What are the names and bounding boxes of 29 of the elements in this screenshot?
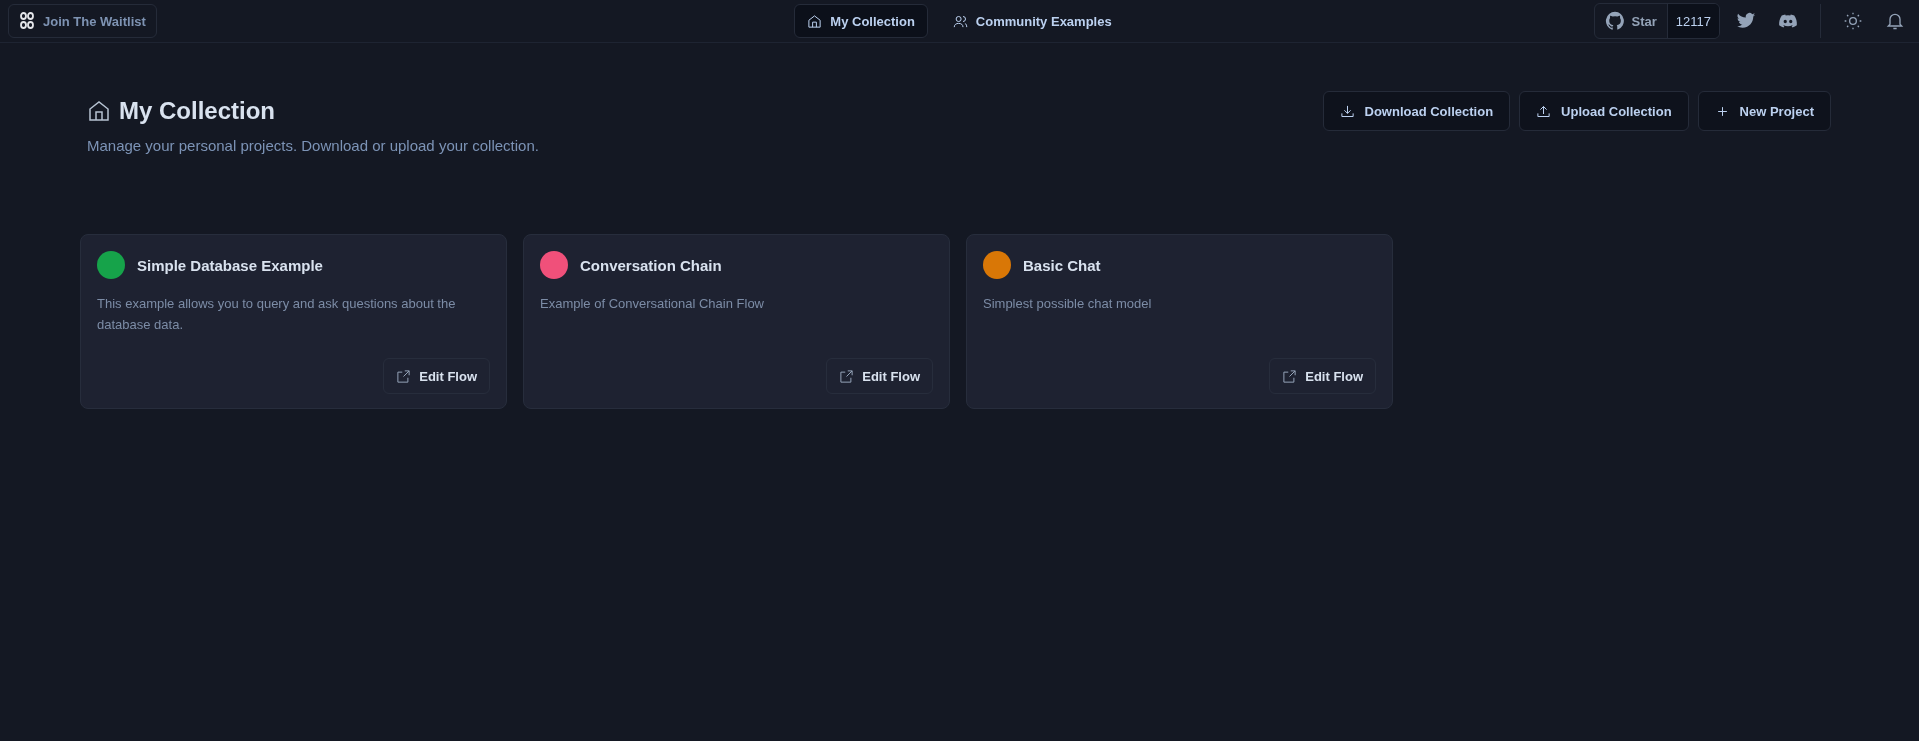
action-button[interactable]: New Project <box>1697 91 1831 131</box>
nav-tab[interactable]: My Collection <box>794 4 928 38</box>
users-icon <box>952 13 968 29</box>
page-title: My Collection <box>87 97 539 125</box>
chain-logo-icon <box>19 11 35 31</box>
project-description: Simplest possible chat model <box>983 295 1153 313</box>
waitlist-button[interactable]: Join The Waitlist <box>8 4 157 38</box>
project-name: Simple Database Example <box>137 256 323 274</box>
project-description: This example allows you to query and ask questions about the database data. <box>97 295 457 334</box>
download-icon <box>1339 103 1355 119</box>
project-name: Conversation Chain <box>580 256 722 274</box>
home-icon <box>87 99 111 123</box>
upload-icon <box>1536 103 1552 119</box>
star-count: 12117 <box>1667 4 1719 38</box>
external-link-icon <box>839 368 855 384</box>
action-button[interactable]: Upload Collection <box>1519 91 1689 131</box>
edit-flow-button[interactable]: Edit Flow <box>826 358 933 394</box>
github-star-button[interactable]: Star <box>1594 4 1668 38</box>
page-subtitle: Manage your personal projects. Download or upload your collection. <box>87 137 539 154</box>
project-description: Example of Conversational Chain Flow <box>540 295 765 313</box>
action-button[interactable]: Download Collection <box>1322 91 1511 131</box>
github-icon <box>1604 11 1625 31</box>
edit-flow-button[interactable]: Edit Flow <box>1269 358 1376 394</box>
home-icon <box>807 13 823 29</box>
external-link-icon <box>1282 368 1298 384</box>
external-link-icon <box>396 368 412 384</box>
project-name: Basic Chat <box>1023 256 1101 274</box>
edit-flow-button[interactable]: Edit Flow <box>383 358 490 394</box>
nav-tab[interactable]: Community Examples <box>939 4 1125 38</box>
